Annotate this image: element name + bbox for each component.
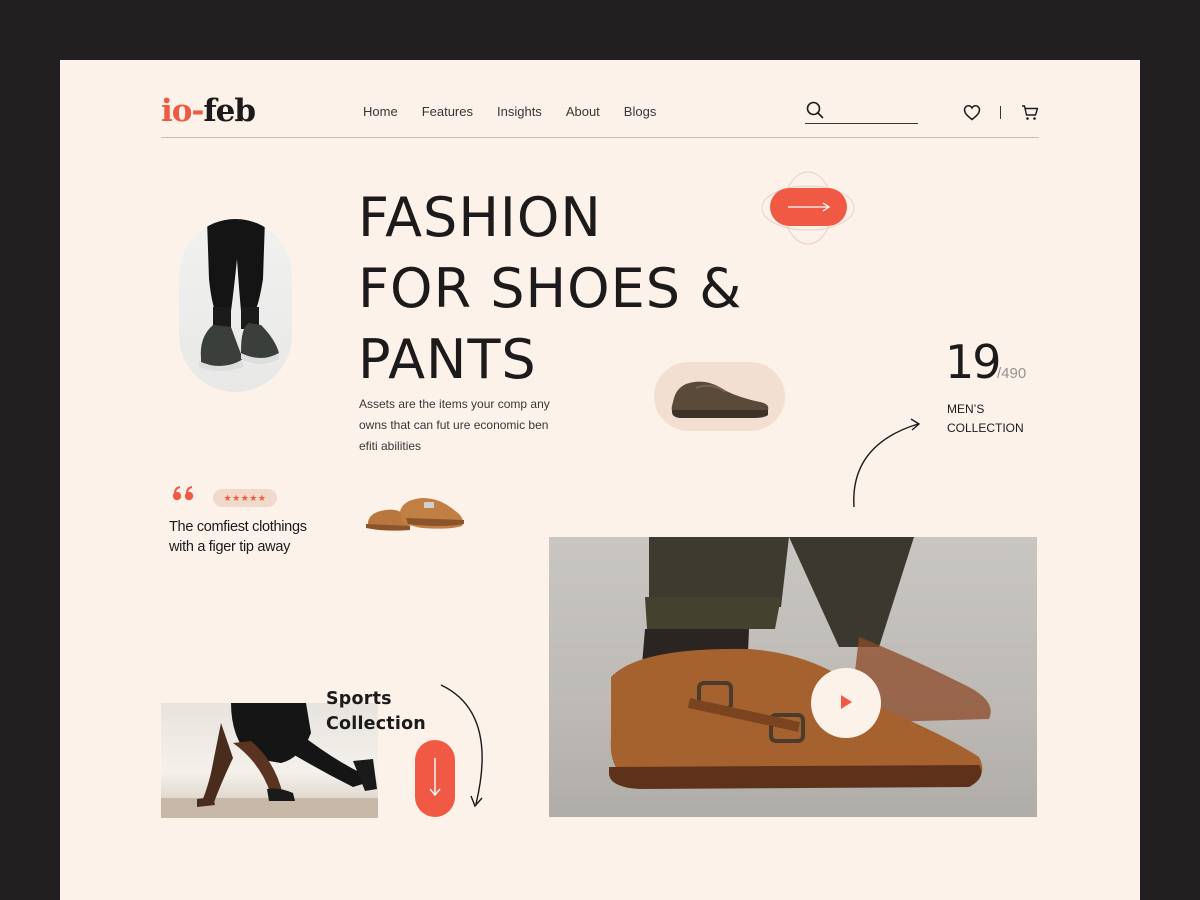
header-underline — [161, 137, 1039, 138]
collection-label-line-1: MEN’S — [947, 402, 985, 416]
product-video[interactable] — [549, 537, 1037, 817]
testimonial-text: The comfiest clothings with a figer tip … — [169, 519, 307, 555]
star-icon: ★ — [257, 493, 267, 503]
loafer-image — [671, 381, 769, 418]
logo-dash: - — [191, 93, 204, 129]
play-icon — [841, 694, 852, 709]
collection-count: 19 — [945, 335, 1002, 389]
nav-features[interactable]: Features — [422, 104, 473, 120]
collection-total: /490 — [997, 365, 1027, 382]
collection-label-line-2: COLLECTION — [947, 421, 1024, 435]
nav-about[interactable]: About — [566, 104, 600, 120]
hero-description: Assets are the items your comp any owns … — [359, 397, 550, 453]
star-icon: ★ — [223, 493, 233, 503]
heart-icon[interactable] — [963, 104, 981, 121]
search-bar — [805, 98, 919, 124]
logo-part-2: feb — [203, 93, 256, 129]
search-icon[interactable] — [806, 101, 824, 119]
sneaker-pants-photo — [179, 219, 292, 392]
star-icon: ★ — [232, 493, 241, 503]
main-nav: Home Features Insights About Blogs — [363, 104, 680, 120]
video-thumbnail — [609, 537, 991, 789]
logo-part-1: io — [161, 93, 192, 129]
nav-insights[interactable]: Insights — [497, 104, 542, 120]
play-button[interactable] — [811, 668, 881, 738]
hero-arrow-button[interactable] — [770, 188, 847, 226]
curved-arrow-icon — [853, 418, 921, 508]
curved-arrow-down-icon — [440, 684, 483, 808]
mule-shoe-image[interactable] — [362, 488, 472, 538]
star-icon: ★ — [249, 493, 258, 503]
star-icon: ★ — [240, 493, 250, 503]
rating-stars: ★★★★★ — [213, 489, 277, 507]
hero-title-line-2: FOR SHOES & — [358, 257, 743, 320]
nav-blogs[interactable]: Blogs — [624, 104, 657, 120]
cart-icon[interactable] — [1021, 104, 1039, 121]
quote-icon — [172, 486, 194, 501]
arrow-right-icon — [787, 201, 830, 212]
loafer-product-card[interactable] — [654, 362, 785, 431]
search-input[interactable] — [829, 100, 919, 120]
hero-title-line-3: PANTS — [358, 328, 537, 391]
collection-label[interactable]: MEN’S COLLECTION — [947, 400, 1047, 438]
landing-page: io-feb Home Features Insights About Blog… — [60, 60, 1140, 900]
brand-logo[interactable]: io-feb — [161, 90, 256, 132]
nav-home[interactable]: Home — [363, 104, 398, 120]
header-divider — [1000, 106, 1001, 119]
